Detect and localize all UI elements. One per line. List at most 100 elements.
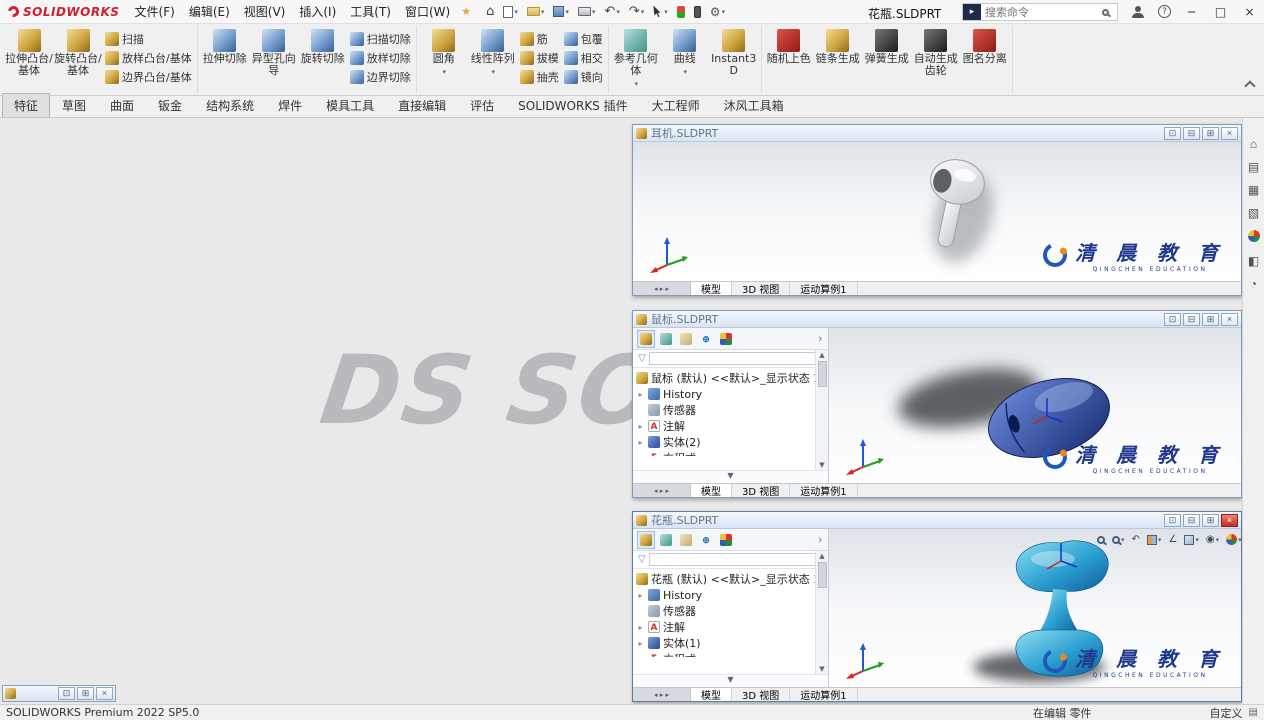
menu-edit[interactable]: 编辑(E): [182, 0, 237, 24]
help-icon[interactable]: ?: [1158, 5, 1171, 18]
minimized-document-window[interactable]: ⊡ ⊞ ×: [2, 685, 116, 702]
tree-item-history[interactable]: ▸ History: [636, 587, 828, 603]
select-button[interactable]: ▾: [650, 3, 671, 21]
tab-mufeng-toolbox[interactable]: 沐风工具箱: [712, 93, 796, 117]
earphone-window-titlebar[interactable]: 耳机.SLDPRT ⊡ ⊟ ⊞ ×: [633, 125, 1241, 142]
name-separate-button[interactable]: 图名分离: [961, 27, 1009, 67]
hole-wizard-button[interactable]: 异型孔向导: [250, 27, 298, 79]
maximize-button[interactable]: ⊞: [1202, 513, 1219, 527]
propertymanager-tab[interactable]: [657, 531, 675, 549]
tab-structure-system[interactable]: 结构系统: [194, 93, 266, 117]
lofted-boss-button[interactable]: 放样凸台/基体: [103, 49, 194, 67]
extrude-boss-button[interactable]: 拉伸凸台/基体: [5, 27, 53, 79]
rebuild-button[interactable]: [674, 4, 688, 20]
mouse-window-titlebar[interactable]: 鼠标.SLDPRT ⊡ ⊟ ⊞ ×: [633, 311, 1241, 328]
minimize-button[interactable]: ⊟: [1183, 126, 1200, 140]
account-icon[interactable]: [1132, 6, 1144, 18]
displaymanager-tab[interactable]: [717, 330, 735, 348]
document-window-vase[interactable]: 花瓶.SLDPRT ⊡ ⊟ ⊞ × ⊕ › ▽ 花瓶 (默认) <<默认>_显示…: [632, 511, 1242, 702]
vase-viewport[interactable]: ▾ ↶ ▾ ∠ ▾ ◉▾ ▾ ▦ ▾ ▾: [829, 529, 1241, 687]
document-window-mouse[interactable]: 鼠标.SLDPRT ⊡ ⊟ ⊞ × ⊕ › ▽ 鼠标 (默认) <<默认>_显示…: [632, 310, 1242, 498]
home-button[interactable]: ⌂: [483, 3, 497, 21]
close-button[interactable]: ×: [1221, 312, 1238, 326]
mouse-viewport[interactable]: 清 晨 教 育 QINGCHEN EDUCATION: [829, 328, 1241, 483]
redo-button[interactable]: ↷ ▾: [626, 3, 647, 21]
restore-button[interactable]: ⊡: [1164, 126, 1181, 140]
tab-surfaces[interactable]: 曲面: [98, 93, 146, 117]
minimize-button[interactable]: ─: [1177, 0, 1206, 24]
dimxpertmanager-tab[interactable]: ⊕: [697, 330, 715, 348]
linear-pattern-button[interactable]: 线性阵列 ▾: [469, 27, 517, 80]
menu-view[interactable]: 视图(V): [237, 0, 293, 24]
restore-button[interactable]: ⊡: [1164, 513, 1181, 527]
document-window-earphone[interactable]: 耳机.SLDPRT ⊡ ⊟ ⊞ × 清 晨 教 育 QINGCHEN EDUCA…: [632, 124, 1242, 296]
tree-root[interactable]: 花瓶 (默认) <<默认>_显示状态 1>: [636, 571, 828, 587]
vase-window-titlebar[interactable]: 花瓶.SLDPRT ⊡ ⊟ ⊞ ×: [633, 512, 1241, 529]
revolved-cut-button[interactable]: 旋转切除: [299, 27, 347, 67]
panel-flyout-chevron-icon[interactable]: ›: [815, 534, 825, 546]
appearances-icon[interactable]: [1247, 230, 1260, 245]
filter-input[interactable]: [648, 553, 823, 566]
measure-button[interactable]: ∠: [1168, 534, 1177, 545]
hide-show-items-button[interactable]: ◉ ▾: [1206, 534, 1219, 545]
motion-study-tab[interactable]: 运动算例1: [790, 484, 858, 498]
tab-scroll-buttons[interactable]: ◂ ▸ ▸: [633, 688, 691, 701]
resources-home-icon[interactable]: ⌂: [1250, 138, 1257, 151]
maximize-button[interactable]: □: [1206, 0, 1235, 24]
tree-scroll-down-icon[interactable]: ▼: [633, 470, 828, 483]
tab-direct-editing[interactable]: 直接编辑: [386, 93, 458, 117]
rib-button[interactable]: 筋: [518, 30, 561, 48]
tree-item-equations[interactable]: Σ方程式: [636, 450, 828, 456]
forum-icon[interactable]: ◔: [1250, 278, 1257, 291]
tab-mold-tools[interactable]: 模具工具: [314, 93, 386, 117]
3d-views-tab[interactable]: 3D 视图: [732, 484, 791, 498]
restore-button[interactable]: ⊡: [58, 687, 75, 700]
edit-appearance-button[interactable]: ▾: [1226, 534, 1241, 545]
close-button[interactable]: ×: [1235, 0, 1264, 24]
search-scope-icon[interactable]: ▸: [963, 4, 981, 20]
menu-pin-icon[interactable]: ★: [461, 5, 471, 18]
search-input[interactable]: [981, 5, 1102, 19]
instant3d-button[interactable]: Instant3D: [710, 27, 758, 79]
tree-scrollbar[interactable]: ▲ ▼: [815, 551, 828, 674]
tree-root[interactable]: 鼠标 (默认) <<默认>_显示状态 1>: [636, 370, 828, 386]
menu-tools[interactable]: 工具(T): [343, 0, 398, 24]
configurationmanager-tab[interactable]: [677, 330, 695, 348]
boundary-cut-button[interactable]: 边界切除: [348, 68, 413, 86]
tab-evaluate[interactable]: 评估: [458, 93, 506, 117]
maximize-button[interactable]: ⊞: [77, 687, 94, 700]
boundary-boss-button[interactable]: 边界凸台/基体: [103, 68, 194, 86]
dimxpertmanager-tab[interactable]: ⊕: [697, 531, 715, 549]
spring-generate-button[interactable]: 弹簧生成: [863, 27, 911, 67]
chain-generate-button[interactable]: 链条生成: [814, 27, 862, 67]
previous-view-button[interactable]: ↶: [1132, 534, 1140, 545]
motion-study-tab[interactable]: 运动算例1: [790, 688, 858, 702]
tab-engineer[interactable]: 大工程师: [640, 93, 712, 117]
auto-gear-button[interactable]: 自动生成齿轮: [912, 27, 960, 79]
tree-scrollbar[interactable]: ▲ ▼: [815, 350, 828, 470]
3d-views-tab[interactable]: 3D 视图: [732, 282, 791, 296]
status-customize[interactable]: 自定义: [1210, 705, 1243, 720]
tree-scroll-down-icon[interactable]: ▼: [633, 674, 828, 687]
extruded-cut-button[interactable]: 拉伸切除: [201, 27, 249, 67]
close-button[interactable]: ×: [1221, 126, 1238, 140]
open-button[interactable]: ▾: [524, 3, 548, 21]
close-button[interactable]: ×: [1221, 513, 1238, 527]
tab-scroll-buttons[interactable]: ◂ ▸ ▸: [633, 282, 691, 295]
tree-item-solid-bodies[interactable]: ▸ 实体(1): [636, 635, 828, 651]
close-button[interactable]: ×: [96, 687, 113, 700]
file-explorer-icon[interactable]: ▦: [1248, 184, 1259, 197]
lofted-cut-button[interactable]: 放样切除: [348, 49, 413, 67]
status-grid-icon[interactable]: ▤: [1249, 707, 1258, 718]
earphone-viewport[interactable]: 清 晨 教 育 QINGCHEN EDUCATION: [633, 142, 1241, 281]
tree-item-sensors[interactable]: 传感器: [636, 603, 828, 619]
zoom-fit-button[interactable]: [1097, 535, 1105, 544]
filter-input[interactable]: [648, 352, 823, 365]
intersect-button[interactable]: 相交: [562, 49, 605, 67]
draft-button[interactable]: 拔模: [518, 49, 561, 67]
3d-views-tab[interactable]: 3D 视图: [732, 688, 791, 702]
minimize-button[interactable]: ⊟: [1183, 312, 1200, 326]
featuremanager-tree-tab[interactable]: [637, 530, 655, 549]
random-color-button[interactable]: 随机上色: [765, 27, 813, 67]
search-icon[interactable]: [1102, 8, 1109, 16]
